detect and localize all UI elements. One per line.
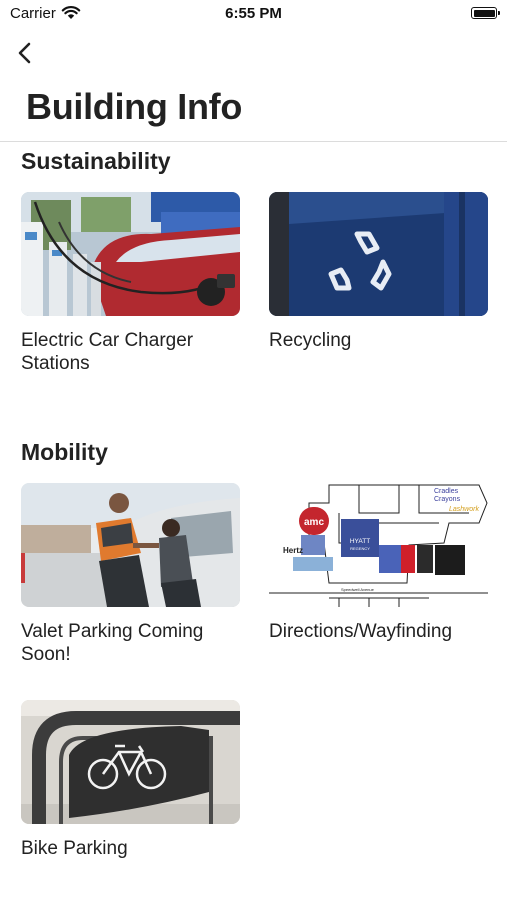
card-directions-wayfinding[interactable]: amc HYATT REGENCY Hertz Cradles Crayons … — [269, 483, 488, 643]
card-bike-parking[interactable]: Bike Parking — [21, 700, 240, 860]
battery-icon — [471, 7, 500, 19]
clock-label: 6:55 PM — [225, 5, 282, 22]
card-label: Bike Parking — [21, 838, 128, 859]
card-label: Valet Parking Coming Soon! — [21, 621, 204, 665]
map-cradles-label: Cradles — [434, 488, 459, 495]
map-hyatt-label: HYATT — [350, 538, 370, 545]
valet-photo — [21, 483, 240, 607]
card-recycling[interactable]: Recycling — [269, 192, 488, 352]
map-crayons-label: Crayons — [434, 496, 461, 503]
status-bar: Carrier 6:55 PM — [0, 0, 507, 28]
map-amc-label: amc — [304, 517, 324, 528]
card-label: Recycling — [269, 330, 352, 351]
bike-rack-photo — [21, 700, 240, 824]
back-button[interactable] — [12, 38, 40, 68]
section-title-sustainability: Sustainability — [21, 148, 171, 174]
card-electric-car-charger[interactable]: Electric Car Charger Stations — [21, 192, 240, 375]
map-hyatt-sub-label: REGENCY — [350, 546, 370, 551]
card-label: Directions/Wayfinding — [269, 621, 453, 642]
ev-charger-photo — [21, 192, 240, 316]
section-title-mobility: Mobility — [21, 439, 108, 465]
map-street-label: Speedwell Avenue — [341, 587, 375, 592]
page-title: Building Info — [26, 86, 243, 127]
map-photo: amc HYATT REGENCY Hertz Cradles Crayons … — [269, 483, 488, 607]
map-hertz-label: Hertz — [283, 546, 303, 555]
header-divider — [0, 141, 507, 142]
recycling-bin-photo — [269, 192, 488, 316]
card-valet-parking[interactable]: Valet Parking Coming Soon! — [21, 483, 240, 666]
chevron-left-icon — [18, 42, 31, 64]
svg-text:Lashwork: Lashwork — [449, 506, 479, 513]
card-label: Electric Car Charger Stations — [21, 330, 194, 374]
